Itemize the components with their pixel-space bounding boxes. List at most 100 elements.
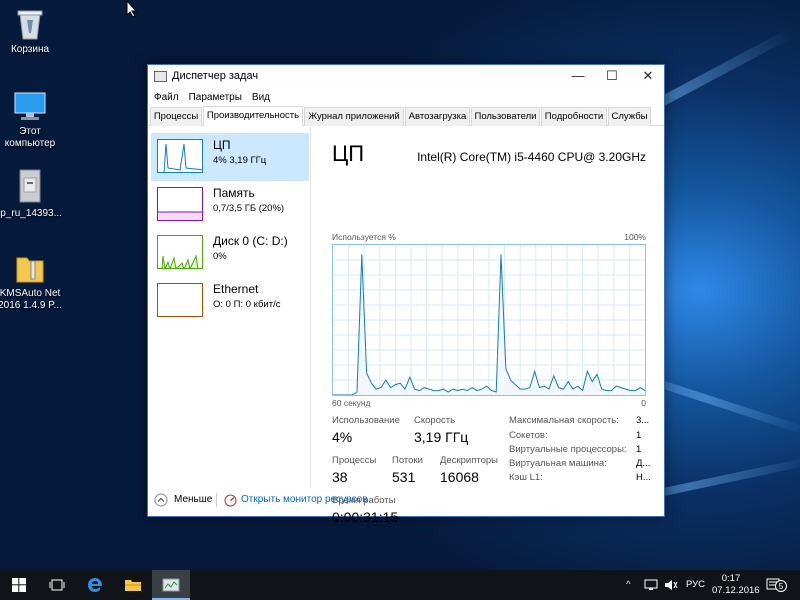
notification-count: 5: [775, 580, 787, 592]
memory-thumbnail-graph: [157, 187, 203, 221]
tab-services[interactable]: Службы: [608, 107, 651, 126]
tab-bar: Процессы Производительность Журнал прило…: [148, 106, 664, 126]
minimize-button[interactable]: —: [562, 65, 594, 89]
clock[interactable]: 0:17 07.12.2016: [712, 570, 760, 600]
resource-monitor-icon: [224, 494, 237, 507]
threads-value: 531: [392, 469, 416, 485]
resource-sub: 4% 3,19 ГГц: [213, 155, 267, 166]
task-manager-icon: [162, 578, 180, 592]
tab-users[interactable]: Пользователи: [471, 107, 540, 126]
mouse-cursor-icon: [126, 0, 138, 18]
spec-value: Д...: [636, 458, 651, 469]
volume-icon[interactable]: [664, 570, 678, 600]
spec-label: Сокетов:: [509, 430, 548, 441]
resource-item-ethernet[interactable]: Ethernet О: 0 П: 0 кбит/с: [151, 277, 309, 325]
file-explorer-button[interactable]: [114, 570, 152, 600]
speed-value: 3,19 ГГц: [414, 429, 469, 445]
task-manager-window: Диспетчер задач — ☐ ✕ Файл Параметры Вид…: [147, 64, 665, 525]
handles-label: Дескрипторы: [440, 455, 498, 466]
resource-sub: О: 0 П: 0 кбит/с: [213, 299, 281, 310]
title-bar[interactable]: Диспетчер задач — ☐ ✕: [148, 65, 664, 89]
edge-button[interactable]: [76, 570, 114, 600]
tab-app-history[interactable]: Журнал приложений: [304, 107, 404, 126]
desktop-icon-label: lp_ru_14393...: [0, 208, 62, 219]
window-title: Диспетчер задач: [172, 70, 259, 82]
task-view-icon: [49, 579, 65, 591]
language-indicator[interactable]: РУС: [686, 570, 705, 600]
tray-chevron-icon[interactable]: ^: [626, 570, 630, 600]
recycle-bin-icon: [17, 10, 43, 40]
task-view-button[interactable]: [38, 570, 76, 600]
clock-time: 0:17: [721, 573, 741, 584]
start-button[interactable]: [0, 570, 38, 600]
desktop-icon-kmsauto[interactable]: KMSAuto Net 2016 1.4.9 P...: [0, 252, 66, 312]
spec-label: Максимальная скорость:: [509, 415, 619, 426]
desktop-icon-label: KMSAuto Net 2016 1.4.9 P...: [0, 288, 62, 311]
spec-label: Виртуальные процессоры:: [509, 444, 627, 455]
chevron-up-icon: [154, 493, 168, 507]
spec-value: Н...: [636, 472, 651, 483]
graph-y-max: 100%: [624, 232, 646, 242]
task-manager-taskbar-button[interactable]: [152, 570, 190, 600]
desktop-icon-lp-ru[interactable]: lp_ru_14393...: [0, 168, 66, 220]
menu-file[interactable]: Файл: [154, 89, 179, 107]
cpu-detail-panel: ЦП Intel(R) Core(TM) i5-4460 CPU@ 3.20GH…: [316, 127, 664, 487]
menu-options[interactable]: Параметры: [189, 89, 242, 107]
spec-label: Виртуальная машина:: [509, 458, 607, 469]
tab-startup[interactable]: Автозагрузка: [405, 107, 470, 126]
resource-name: Ethernet: [213, 282, 259, 296]
open-resource-monitor-label: Открыть монитор ресурсов: [241, 494, 368, 505]
resource-sub: 0,7/3,5 ГБ (20%): [213, 203, 285, 214]
close-button[interactable]: ✕: [632, 65, 664, 89]
processes-value: 38: [332, 469, 348, 485]
resource-list: ЦП 4% 3,19 ГГц Память 0,7/3,5 ГБ (20%) Д…: [148, 127, 311, 487]
spec-label: Кэш L1:: [509, 472, 543, 483]
menu-view[interactable]: Вид: [252, 89, 270, 107]
tab-performance[interactable]: Производительность: [203, 106, 303, 126]
fewer-details-label: Меньше: [174, 494, 213, 505]
clock-date: 07.12.2016: [712, 585, 760, 596]
task-manager-icon: [154, 71, 167, 82]
resource-item-disk[interactable]: Диск 0 (C: D:) 0%: [151, 229, 309, 277]
cpu-usage-chart: [333, 245, 646, 396]
folder-icon: [125, 580, 141, 591]
windows-logo-icon: [12, 578, 26, 592]
spec-value: 1: [636, 430, 642, 441]
resource-item-cpu[interactable]: ЦП 4% 3,19 ГГц: [151, 133, 309, 181]
ethernet-thumbnail-graph: [157, 283, 203, 317]
desktop-icon-this-pc[interactable]: Этот компьютер: [0, 90, 66, 150]
spec-value: 3...: [636, 415, 650, 426]
bottom-bar: Меньше Открыть монитор ресурсов: [148, 487, 664, 517]
usage-label: Использование: [332, 415, 400, 426]
zip-folder-icon: [16, 257, 44, 283]
graph-x-label: 60 секунд: [332, 398, 371, 408]
threads-label: Потоки: [392, 455, 423, 466]
menu-bar: Файл Параметры Вид: [148, 89, 664, 107]
tab-details[interactable]: Подробности: [541, 107, 607, 126]
cpu-thumbnail-graph: [157, 139, 203, 173]
resource-sub: 0%: [213, 251, 227, 262]
resource-name: ЦП: [213, 138, 231, 152]
cpu-model: Intel(R) Core(TM) i5-4460 CPU@ 3.20GHz: [417, 150, 646, 164]
computer-icon: [14, 92, 46, 120]
graph-y-label: Используется %: [332, 232, 396, 242]
edge-icon: [88, 578, 102, 592]
resource-name: Память: [213, 186, 255, 200]
desktop-icon-label: Этот компьютер: [4, 126, 56, 149]
page-title: ЦП: [332, 141, 365, 166]
speed-label: Скорость: [414, 415, 456, 426]
action-center-button[interactable]: 5: [766, 570, 794, 600]
graph-x-min: 0: [641, 398, 646, 408]
tab-processes[interactable]: Процессы: [150, 107, 202, 126]
cpu-usage-graph: [332, 244, 646, 396]
usage-value: 4%: [332, 429, 353, 445]
processes-label: Процессы: [332, 455, 377, 466]
taskbar: ^ РУС 0:17 07.12.2016 5: [0, 570, 800, 600]
separator: [216, 493, 217, 507]
spec-value: 1: [636, 444, 642, 455]
resource-item-memory[interactable]: Память 0,7/3,5 ГБ (20%): [151, 181, 309, 229]
volume-icon: [665, 580, 678, 590]
desktop-icon-recycle-bin[interactable]: Корзина: [0, 6, 66, 56]
maximize-button[interactable]: ☐: [596, 65, 628, 89]
network-icon[interactable]: [644, 570, 658, 600]
